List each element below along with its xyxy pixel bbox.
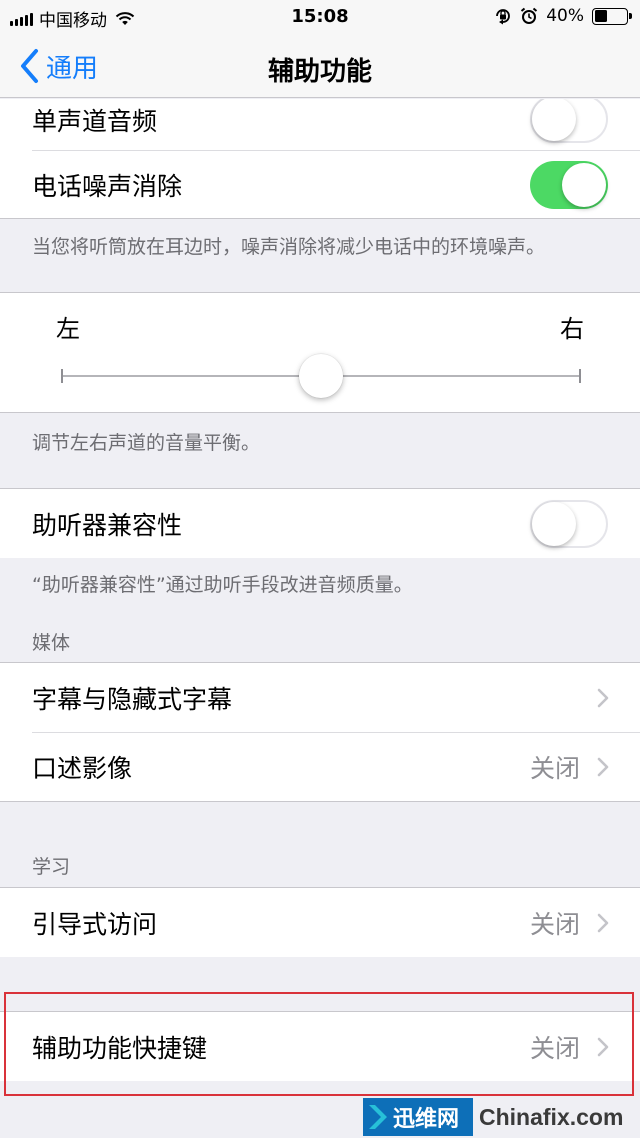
audio-group: 单声道音频 电话噪声消除 (0, 99, 640, 219)
audio-description-value: 关闭 (529, 753, 580, 783)
audio-description-label: 口述影像 (32, 753, 133, 783)
navigation-bar: 通用 辅助功能 (0, 34, 640, 98)
mono-audio-label: 单声道音频 (32, 107, 158, 136)
watermark-logo: 迅维网 (363, 1098, 473, 1136)
toggle-knob (532, 99, 576, 141)
arrow-logo-icon (369, 1105, 387, 1129)
toggle-knob (532, 501, 576, 546)
mono-audio-row: 单声道音频 (0, 99, 640, 150)
guided-access-row[interactable]: 引导式访问 关闭 (0, 888, 640, 957)
slider-tick-right (579, 369, 581, 383)
chevron-right-icon (597, 757, 609, 776)
noise-cancellation-row: 电话噪声消除 (0, 150, 640, 218)
learning-section-header: 学习 (32, 856, 71, 878)
noise-cancellation-toggle[interactable] (530, 160, 608, 209)
status-bar: 中国移动 15:08 40% (0, 0, 640, 34)
highlight-annotation-box (4, 992, 634, 1096)
balance-slider-thumb[interactable] (299, 354, 343, 398)
balance-footer: 调节左右声道的音量平衡。 (32, 432, 261, 454)
hearing-aid-toggle[interactable] (530, 499, 608, 548)
page-title: 辅助功能 (267, 57, 372, 87)
noise-cancellation-label: 电话噪声消除 (32, 171, 183, 201)
learning-group: 引导式访问 关闭 (0, 887, 640, 957)
hearing-aid-footer: “助听器兼容性”通过助听手段改进音频质量。 (32, 574, 413, 596)
battery-icon (592, 7, 632, 25)
status-right: 40% (494, 6, 632, 26)
mono-audio-toggle[interactable] (530, 99, 608, 143)
captions-row[interactable]: 字幕与隐藏式字幕 (0, 663, 640, 732)
orientation-lock-icon (496, 9, 511, 25)
watermark-site: Chinafix.com (479, 1103, 624, 1130)
balance-right-label: 右 (560, 315, 584, 343)
chevron-right-icon (597, 688, 609, 707)
chevron-right-icon (597, 913, 609, 932)
hearing-aid-label: 助听器兼容性 (32, 510, 183, 540)
slider-tick-left (61, 369, 63, 383)
watermark-logo-text: 迅维网 (393, 1107, 460, 1132)
audio-description-row[interactable]: 口述影像 关闭 (0, 732, 640, 801)
guided-access-label: 引导式访问 (32, 909, 158, 939)
balance-left-label: 左 (56, 315, 80, 343)
toggle-knob (562, 162, 606, 207)
battery-fill (594, 10, 607, 22)
media-section-header: 媒体 (32, 632, 71, 654)
balance-group: 左 右 (0, 292, 640, 413)
captions-label: 字幕与隐藏式字幕 (32, 684, 233, 714)
noise-cancellation-footer: 当您将听筒放在耳边时，噪声消除将减少电话中的环境噪声。 (32, 236, 546, 258)
watermark: 迅维网 Chinafix.com (363, 1096, 640, 1138)
guided-access-value: 关闭 (529, 909, 580, 939)
battery-percent: 40% (546, 6, 584, 26)
media-group: 字幕与隐藏式字幕 口述影像 关闭 (0, 662, 640, 802)
hearing-aid-row: 助听器兼容性 (0, 489, 640, 558)
hearing-group: 助听器兼容性 (0, 488, 640, 558)
alarm-icon (521, 7, 538, 24)
